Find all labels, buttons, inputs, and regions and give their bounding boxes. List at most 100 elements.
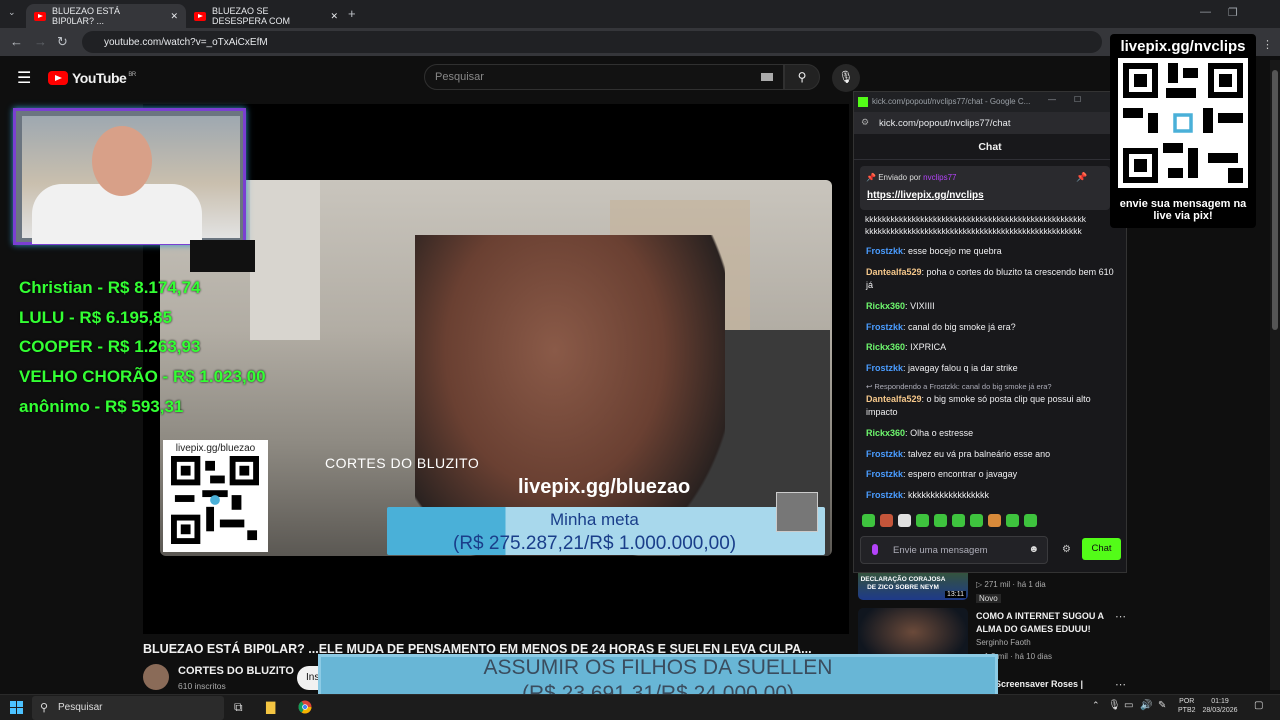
chat-header: Chat — [854, 134, 1126, 160]
microphone-icon[interactable] — [872, 544, 878, 555]
chat-username[interactable]: Frostzkk — [866, 363, 903, 373]
emote-icon[interactable] — [1006, 514, 1019, 527]
minimize-icon[interactable]: — — [1048, 95, 1056, 104]
emote-icon[interactable] — [862, 514, 875, 527]
emoji-icon[interactable]: ☻ — [1028, 544, 1039, 555]
recommendation-title[interactable]: rt Screensaver Roses | — [986, 678, 1083, 690]
qr-code-icon — [1123, 63, 1243, 183]
chat-username[interactable]: Frostzkk — [866, 246, 903, 256]
pen-icon[interactable]: ✎ — [1158, 700, 1166, 711]
restore-icon[interactable]: ☐ — [1074, 95, 1081, 104]
donor-entry: LULU - R$ 6.195,85 — [19, 308, 173, 327]
site-settings-icon[interactable]: ⚙ — [861, 117, 869, 128]
url-field[interactable]: youtube.com/watch?v=_oTxAiCxEfM — [82, 31, 1102, 53]
chat-username[interactable]: Rickx360 — [866, 342, 905, 352]
chrome-icon[interactable] — [298, 700, 312, 717]
chat-window-titlebar: kick.com/popout/nvclips77/chat - Google … — [854, 92, 1126, 112]
chat-username[interactable]: Frostzkk — [866, 469, 903, 479]
browser-menu-icon[interactable]: ⋮ — [1262, 38, 1273, 51]
reload-icon[interactable]: ↻ — [57, 34, 68, 50]
emote-icon[interactable] — [916, 514, 929, 527]
webcam-overlay — [13, 108, 246, 245]
clock-date: 28/03/2026 — [1202, 707, 1238, 714]
webcam-person-head — [92, 126, 152, 196]
new-badge: Novo — [976, 594, 1001, 603]
chat-username[interactable]: Rickx360 — [866, 428, 905, 438]
chat-username[interactable]: Frostzkk — [866, 490, 903, 500]
chat-username[interactable]: Frostzkk — [866, 449, 903, 459]
channel-avatar[interactable] — [143, 664, 169, 690]
notification-icon[interactable]: ▢ — [1254, 700, 1263, 711]
restore-icon[interactable]: ❐ — [1228, 6, 1238, 19]
chat-username[interactable]: Dantealfa529 — [866, 394, 922, 404]
scrollbar-thumb[interactable] — [1272, 70, 1278, 330]
emote-icon[interactable] — [1024, 514, 1037, 527]
tab-list-icon[interactable]: ⌄ — [8, 7, 16, 18]
chat-text: kkkkkkkkkkkkkkkkkk — [908, 490, 990, 500]
chat-username[interactable]: Frostzkk — [866, 322, 903, 332]
network-icon[interactable]: ▭ — [1124, 700, 1133, 711]
chat-message: Frostzkk: talvez eu vá pra balneário ess… — [866, 449, 1051, 459]
tab-active[interactable]: BLUEZAO ESTÁ BIP0LAR? ... ✕ — [26, 4, 186, 28]
emote-icon[interactable] — [988, 514, 1001, 527]
thumbnail-text: DECLARAÇÃO CORAJOSA DE ZICO SOBRE NEYM — [860, 576, 946, 591]
pin-icon[interactable]: 📌 — [1076, 172, 1087, 183]
background-cabinet — [250, 180, 320, 340]
volume-icon[interactable]: 🔊 — [1140, 700, 1152, 711]
emote-icon[interactable] — [970, 514, 983, 527]
recommendation-channel[interactable]: Serginho Faoth — [976, 638, 1031, 647]
search-button[interactable]: ⚲ — [784, 64, 820, 90]
close-icon[interactable]: ✕ — [170, 11, 178, 22]
gear-icon[interactable]: ⚙ — [1062, 544, 1071, 555]
task-view-icon[interactable]: ⧉ — [234, 700, 243, 715]
search-input[interactable]: Pesquisar — [424, 64, 784, 90]
livepix-label: livepix.gg/bluezao — [518, 476, 691, 498]
kick-favicon-icon — [858, 97, 868, 107]
chat-message: Frostzkk: javagay falou q ia dar strike — [866, 363, 1018, 373]
keyboard-icon[interactable] — [761, 73, 773, 81]
chat-message: Dantealfa529: o big smoke só posta clip … — [866, 394, 1091, 417]
chat-text: VIXIIII — [910, 301, 935, 311]
chat-message-input[interactable]: Envie uma mensagem ☻ — [860, 536, 1048, 564]
file-explorer-icon[interactable]: ▇ — [266, 700, 275, 714]
clock[interactable]: 01:19 28/03/2026 — [1200, 697, 1240, 715]
logo-text: YouTube — [72, 70, 127, 86]
emote-icon[interactable] — [880, 514, 893, 527]
qr-overlay-caption: live via pix! — [1153, 210, 1213, 222]
microphone-icon[interactable]: 🎙 — [1108, 700, 1121, 711]
back-icon[interactable]: ← — [10, 34, 23, 49]
windows-start-icon[interactable] — [10, 701, 23, 714]
youtube-logo[interactable]: YouTube BR — [48, 70, 136, 86]
keyboard-layout: PTB2 — [1178, 707, 1196, 714]
chat-url-text: kick.com/popout/nvclips77/chat — [879, 118, 1011, 129]
emote-icon[interactable] — [952, 514, 965, 527]
emote-icon[interactable] — [898, 514, 911, 527]
pinned-message: 📌 Enviado por nvclips77 https://livepix.… — [860, 166, 1110, 210]
goal-banner-title: ASSUMIR OS FILHOS DA SUELLEN — [483, 656, 833, 679]
forward-icon[interactable]: → — [34, 34, 47, 49]
voice-search-button[interactable]: 🎙 — [832, 64, 860, 92]
chat-url-field[interactable]: ⚙ kick.com/popout/nvclips77/chat — [854, 112, 1126, 134]
pinned-link[interactable]: https://livepix.gg/nvclips — [867, 190, 984, 201]
chat-username[interactable]: Dantealfa529 — [866, 267, 922, 277]
more-options-icon[interactable]: ⋯ — [1115, 678, 1126, 691]
recommendation-title[interactable]: ALMA DO GAMES EDUUU! — [976, 623, 1091, 635]
taskbar-search[interactable]: ⚲ Pesquisar — [32, 696, 224, 720]
emote-bar — [862, 514, 1122, 530]
input-language[interactable]: POR PTB2 — [1178, 697, 1196, 715]
tray-overflow-icon[interactable]: ⌃ — [1092, 700, 1100, 711]
overlay-avatar — [776, 492, 818, 532]
more-options-icon[interactable]: ⋯ — [1115, 610, 1126, 623]
close-icon[interactable]: ✕ — [330, 11, 338, 22]
pinned-by-user[interactable]: nvclips77 — [923, 173, 956, 182]
new-tab-icon[interactable]: + — [348, 6, 356, 21]
chat-username[interactable]: Rickx360 — [866, 301, 905, 311]
channel-name[interactable]: CORTES DO BLUZITO — [178, 665, 294, 677]
tab-inactive[interactable]: BLUEZAO SE DESESPERA COM ✕ — [186, 4, 346, 28]
reply-text: Respondendo a Frostzkk: canal do big smo… — [874, 382, 1052, 391]
emote-icon[interactable] — [934, 514, 947, 527]
minimize-icon[interactable]: — — [1200, 6, 1211, 18]
chat-send-button[interactable]: Chat — [1082, 538, 1121, 560]
menu-icon[interactable]: ☰ — [17, 68, 31, 88]
recommendation-title[interactable]: COMO A INTERNET SUGOU A — [976, 610, 1104, 622]
